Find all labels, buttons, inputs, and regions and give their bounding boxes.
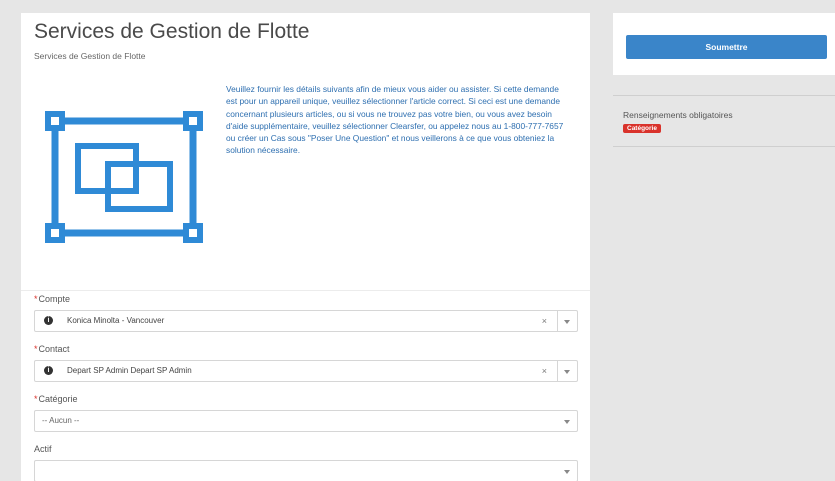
chevron-down-icon xyxy=(564,370,570,374)
contact-clear-button[interactable]: × xyxy=(542,365,547,377)
chevron-down-icon xyxy=(564,470,570,474)
actif-select[interactable] xyxy=(34,460,578,481)
info-icon[interactable]: i xyxy=(44,366,53,375)
page-title: Services de Gestion de Flotte xyxy=(34,20,310,43)
required-marker: * xyxy=(34,294,38,304)
contact-lookup-field[interactable]: i Depart SP Admin Depart SP Admin × xyxy=(34,360,578,382)
contact-dropdown-button[interactable] xyxy=(557,361,577,381)
chevron-down-icon xyxy=(564,320,570,324)
section-divider xyxy=(21,290,590,291)
required-marker: * xyxy=(34,394,38,404)
actif-label: Actif xyxy=(34,444,52,454)
required-field-badge[interactable]: Catégorie xyxy=(623,124,661,133)
categorie-selected-value: -- Aucun -- xyxy=(42,416,80,425)
page-subtitle: Services de Gestion de Flotte xyxy=(34,51,146,61)
required-info-panel: Renseignements obligatoires Catégorie xyxy=(613,95,835,147)
required-info-title: Renseignements obligatoires xyxy=(623,110,733,120)
submit-button[interactable]: Soumettre xyxy=(626,35,827,59)
contact-value: Depart SP Admin Depart SP Admin xyxy=(67,366,192,375)
compte-lookup-field[interactable]: i Konica Minolta - Vancouver × xyxy=(34,310,578,332)
categorie-select[interactable]: -- Aucun -- xyxy=(34,410,578,432)
compte-dropdown-button[interactable] xyxy=(557,311,577,331)
intro-instructions: Veuillez fournir les détails suivants af… xyxy=(226,84,564,156)
request-form-card: Services de Gestion de Flotte Services d… xyxy=(21,13,590,481)
chevron-down-icon xyxy=(564,420,570,424)
compte-clear-button[interactable]: × xyxy=(542,315,547,327)
categorie-label: *Catégorie xyxy=(34,394,78,404)
required-marker: * xyxy=(34,344,38,354)
info-icon[interactable]: i xyxy=(44,316,53,325)
compte-label: *Compte xyxy=(34,294,71,304)
actions-panel: Soumettre xyxy=(613,13,835,75)
contact-label: *Contact xyxy=(34,344,70,354)
fleet-frame-icon xyxy=(45,111,203,243)
compte-value: Konica Minolta - Vancouver xyxy=(67,316,165,325)
